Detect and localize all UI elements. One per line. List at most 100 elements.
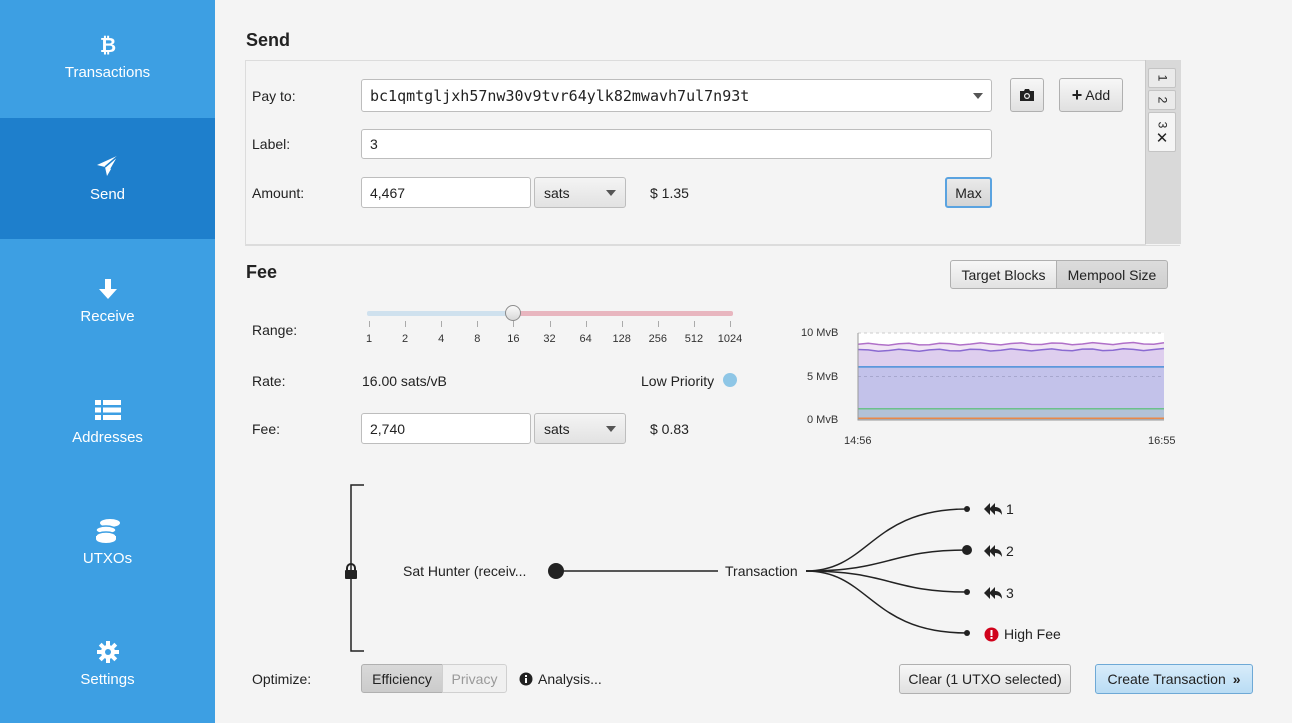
output-node-1 — [964, 506, 970, 512]
recipient-tabs: 1 2 3 ✕ — [1145, 60, 1181, 244]
range-label: Range: — [252, 322, 298, 338]
input-utxo-label[interactable]: Sat Hunter (receiv... — [403, 563, 526, 579]
arrow-down-icon — [0, 275, 215, 303]
svg-text:₿: ₿ — [99, 33, 115, 56]
output-high-fee[interactable]: High Fee — [984, 626, 1061, 642]
slider-tick-label: 1024 — [717, 333, 743, 345]
output-1[interactable]: 1 — [984, 501, 1014, 517]
slider-tick — [621, 321, 623, 327]
output-node-3 — [964, 589, 970, 595]
chart-x-label: 14:56 — [844, 435, 872, 447]
output-2[interactable]: 2 — [984, 543, 1014, 559]
scan-qr-button[interactable] — [1010, 78, 1044, 112]
max-button[interactable]: Max — [945, 177, 992, 208]
slider-track-high — [513, 311, 733, 316]
fee-field[interactable]: 2,740 — [361, 413, 531, 444]
slider-tick-label: 32 — [543, 333, 556, 345]
priority-indicator — [723, 373, 737, 387]
fee-title: Fee — [246, 262, 278, 282]
sidebar-item-utxos[interactable]: UTXOs — [0, 481, 215, 602]
efficiency-toggle[interactable]: Efficiency — [361, 664, 443, 693]
sidebar: ₿ Transactions Send Receive Addresses UT… — [0, 0, 215, 723]
slider-track-low — [367, 311, 513, 316]
slider-tick — [405, 321, 407, 327]
list-icon — [0, 396, 215, 424]
bitcoin-icon: ₿ — [0, 30, 215, 58]
slider-tick — [513, 321, 515, 327]
chevron-down-icon — [606, 189, 616, 196]
analysis-link[interactable]: Analysis... — [519, 671, 602, 687]
reply-all-icon — [984, 545, 1002, 557]
rate-label: Rate: — [252, 373, 286, 389]
privacy-toggle[interactable]: Privacy — [442, 664, 507, 693]
coins-icon — [0, 517, 215, 545]
amount-fiat: $ 1.35 — [650, 185, 689, 201]
chart-y-label: 5 MvB — [807, 371, 839, 383]
sidebar-item-label: Addresses — [72, 429, 143, 446]
tab-recipient-2[interactable]: 2 — [1148, 90, 1176, 110]
slider-tick-label: 8 — [474, 333, 481, 345]
amount-field[interactable]: 4,467 — [361, 177, 531, 208]
chart-x-label: 16:55 — [1148, 435, 1176, 447]
target-blocks-toggle[interactable]: Target Blocks — [950, 260, 1057, 289]
slider-tick-label: 64 — [579, 333, 592, 345]
double-chevron-right-icon: » — [1232, 671, 1241, 687]
chart-y-label: 10 MvB — [801, 327, 839, 339]
mempool-chart — [857, 332, 1165, 421]
reply-all-icon — [984, 503, 1002, 515]
slider-tick-label: 256 — [648, 333, 667, 345]
paper-plane-icon — [0, 152, 215, 180]
slider-tick — [585, 321, 587, 327]
fee-range-slider-handle[interactable] — [505, 305, 521, 321]
tab-recipient-1[interactable]: 1 — [1148, 68, 1176, 88]
sidebar-item-transactions[interactable]: ₿ Transactions — [0, 0, 215, 121]
slider-tick — [549, 321, 551, 327]
sidebar-item-settings[interactable]: Settings — [0, 602, 215, 723]
input-node — [548, 563, 564, 579]
slider-tick-label: 512 — [684, 333, 704, 345]
chart-y-label: 0 MvB — [807, 414, 839, 426]
sidebar-item-label: Transactions — [64, 64, 151, 81]
clear-button[interactable]: Clear (1 UTXO selected) — [899, 664, 1071, 694]
info-icon — [519, 672, 533, 686]
sidebar-item-receive[interactable]: Receive — [0, 239, 215, 360]
output-3[interactable]: 3 — [984, 585, 1014, 601]
sidebar-item-label: Send — [89, 186, 126, 203]
send-title: Send — [246, 30, 291, 50]
slider-tick-label: 128 — [612, 333, 631, 345]
priority-label: Low Priority — [641, 373, 715, 389]
close-icon[interactable]: ✕ — [1156, 131, 1169, 146]
fee-label: Fee: — [252, 421, 281, 437]
fee-fiat: $ 0.83 — [650, 421, 689, 437]
sidebar-item-addresses[interactable]: Addresses — [0, 360, 215, 481]
output-node-fee — [964, 630, 970, 636]
chevron-down-icon[interactable] — [973, 92, 983, 99]
slider-tick-label: 2 — [402, 333, 409, 345]
slider-tick-label: 4 — [438, 333, 445, 345]
sidebar-item-label: Settings — [80, 671, 135, 688]
chevron-down-icon — [606, 425, 616, 432]
label-label: Label: — [252, 136, 291, 152]
add-label: Add — [1085, 87, 1111, 103]
label-field[interactable]: 3 — [361, 129, 992, 159]
sidebar-item-send[interactable]: Send — [0, 118, 215, 239]
tab-recipient-3[interactable]: 3 ✕ — [1148, 112, 1176, 152]
mempool-size-toggle[interactable]: Mempool Size — [1056, 260, 1168, 289]
transaction-label: Transaction — [725, 563, 798, 579]
amount-label: Amount: — [252, 185, 305, 201]
gear-icon — [0, 638, 215, 666]
sidebar-item-label: UTXOs — [82, 550, 133, 567]
create-transaction-button[interactable]: Create Transaction » — [1095, 664, 1253, 694]
pay-to-field[interactable]: bc1qmtgljxh57nw30v9tvr64ylk82mwavh7ul7n9… — [361, 79, 992, 112]
pay-to-label: Pay to: — [252, 88, 296, 104]
add-recipient-button[interactable]: + Add — [1059, 78, 1123, 112]
camera-icon — [1020, 89, 1034, 101]
slider-tick — [477, 321, 479, 327]
warning-icon — [984, 627, 999, 641]
divider — [245, 245, 1180, 246]
sidebar-item-label: Receive — [80, 308, 135, 325]
pay-to-value: bc1qmtgljxh57nw30v9tvr64ylk82mwavh7ul7n9… — [370, 86, 750, 105]
amount-unit-select[interactable]: sats — [534, 177, 626, 208]
fee-unit-select[interactable]: sats — [534, 413, 626, 444]
slider-tick — [369, 321, 370, 327]
